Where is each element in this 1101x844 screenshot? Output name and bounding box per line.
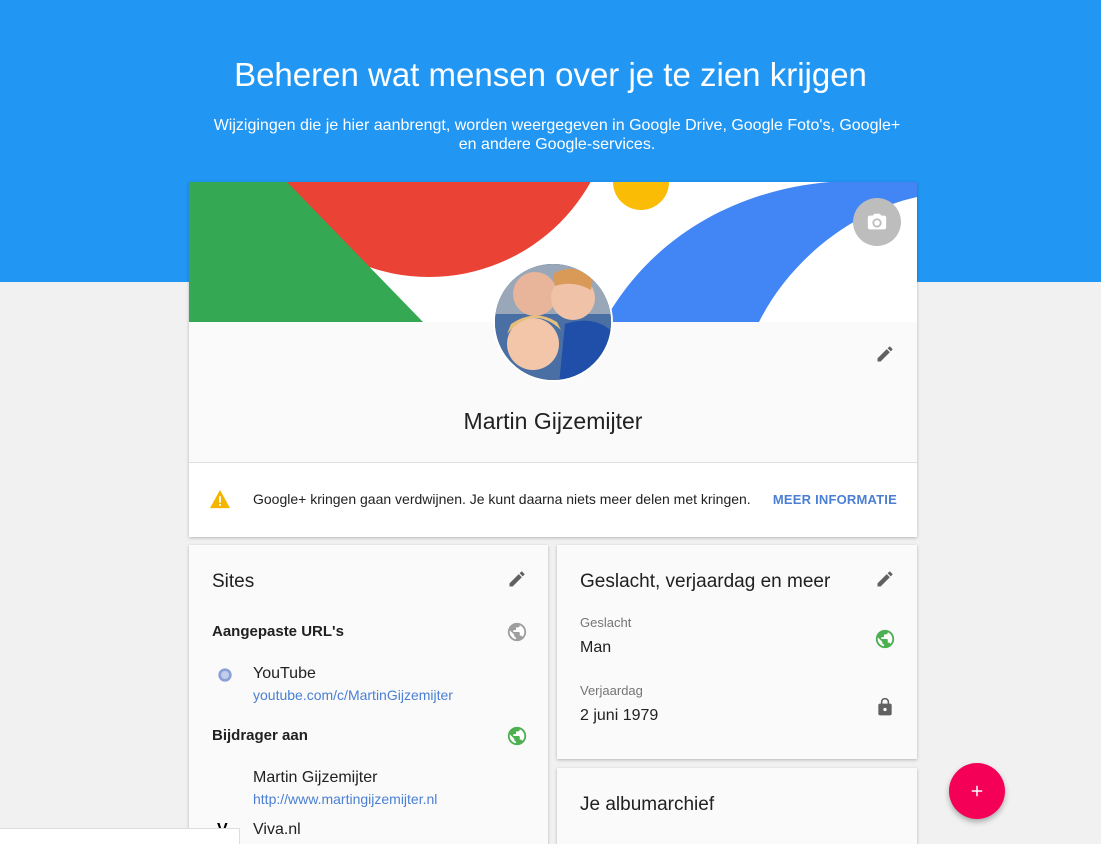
album-title: Je albumarchief xyxy=(580,794,715,815)
change-cover-button[interactable] xyxy=(853,198,901,246)
avatar[interactable] xyxy=(493,262,613,382)
camera-icon xyxy=(867,213,887,230)
sites-title: Sites xyxy=(212,571,255,592)
bottom-overlay xyxy=(0,828,240,844)
notice-text: Google+ kringen gaan verdwijnen. Je kunt… xyxy=(253,491,751,507)
edit-about-button[interactable] xyxy=(873,567,897,591)
pencil-icon xyxy=(877,346,893,362)
site-link-personal[interactable]: http://www.martingijzemijter.nl xyxy=(253,791,437,807)
gender-label: Geslacht xyxy=(580,615,632,630)
site-title-viva: Viva.nl xyxy=(253,821,301,838)
profile-name: Martin Gijzemijter xyxy=(463,408,643,434)
page-title: Beheren wat mensen over je te zien krijg… xyxy=(234,56,867,93)
album-card: Je albumarchief xyxy=(557,768,917,844)
avatar-photo xyxy=(495,264,611,380)
birthday-value: 2 juni 1979 xyxy=(580,707,659,724)
contributor-visibility[interactable] xyxy=(505,724,529,748)
custom-urls-visibility[interactable] xyxy=(505,620,529,644)
profile-card: Martin Gijzemijter Google+ kringen gaan … xyxy=(189,182,917,537)
sites-card: Sites Aangepaste URL's YouTube youtube.c… xyxy=(189,545,548,844)
public-icon xyxy=(875,629,895,649)
public-icon xyxy=(507,726,527,746)
pencil-icon xyxy=(509,571,525,587)
contributor-heading: Bijdrager aan xyxy=(212,727,308,744)
warning-icon xyxy=(210,489,230,509)
youtube-site-icon xyxy=(215,665,235,685)
globe-icon xyxy=(218,668,232,682)
edit-profile-button[interactable] xyxy=(873,342,897,366)
about-title: Geslacht, verjaardag en meer xyxy=(580,571,831,592)
site-title-youtube: YouTube xyxy=(253,665,316,682)
more-info-link[interactable]: MEER INFORMATIE xyxy=(773,492,897,507)
site-title-personal: Martin Gijzemijter xyxy=(253,769,378,786)
site-link-youtube[interactable]: youtube.com/c/MartinGijzemijter xyxy=(253,687,453,703)
plus-icon xyxy=(971,785,983,797)
gender-value: Man xyxy=(580,639,612,656)
custom-urls-heading: Aangepaste URL's xyxy=(212,623,344,640)
edit-sites-button[interactable] xyxy=(505,567,529,591)
about-card: Geslacht, verjaardag en meer Geslacht Ma… xyxy=(557,545,917,759)
page-subtitle: Wijzigingen die je hier aanbrengt, worde… xyxy=(213,117,901,153)
add-button[interactable] xyxy=(949,763,1005,819)
birthday-visibility[interactable] xyxy=(873,695,897,719)
gender-visibility[interactable] xyxy=(873,627,897,651)
notice-banner: Google+ kringen gaan verdwijnen. Je kunt… xyxy=(189,463,917,537)
birthday-label: Verjaardag xyxy=(580,683,643,698)
public-icon xyxy=(507,622,527,642)
pencil-icon xyxy=(877,571,893,587)
lock-icon xyxy=(878,697,892,716)
